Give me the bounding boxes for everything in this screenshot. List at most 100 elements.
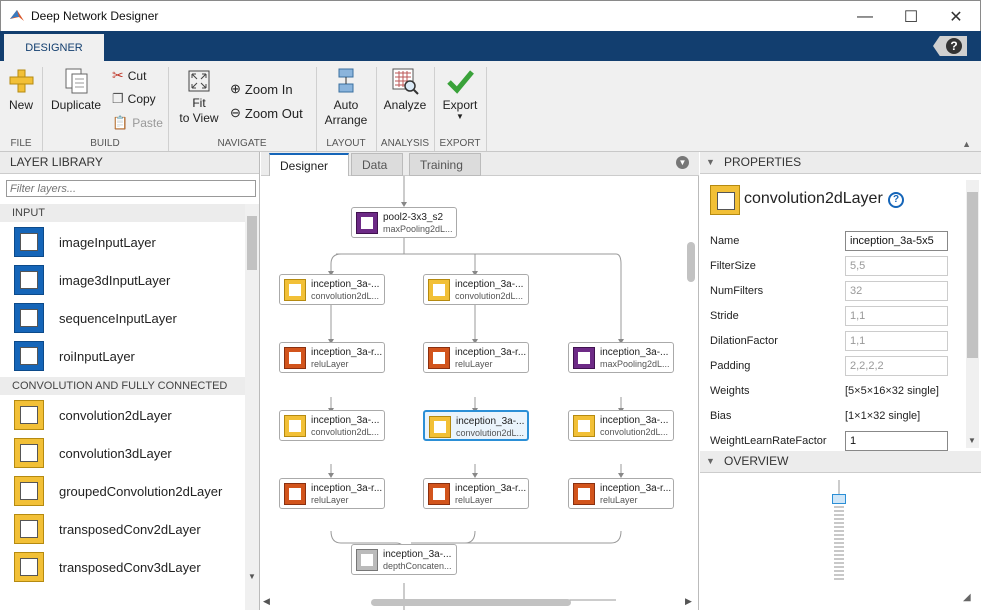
canvas-horizontal-scrollbar[interactable] — [371, 599, 571, 606]
collapse-overview-icon[interactable]: ▼ — [706, 451, 715, 472]
paste-label: Paste — [132, 116, 163, 130]
auto-arrange-button[interactable]: Auto Arrange — [322, 67, 370, 128]
layer-node[interactable]: inception_3a-... maxPooling2dL... — [568, 342, 674, 373]
help-button[interactable]: ? — [933, 36, 967, 56]
tab-data[interactable]: Data — [351, 153, 403, 176]
matlab-logo-icon — [10, 10, 24, 21]
library-item[interactable]: roiInputLayer — [0, 337, 245, 375]
layer-node-type: reluLayer — [455, 359, 493, 369]
library-item[interactable]: image3dInputLayer — [0, 261, 245, 299]
relu-layer-icon — [284, 483, 306, 505]
layer-node-name: inception_3a-r... — [455, 483, 527, 494]
property-value[interactable]: 2,2,2,2 — [845, 356, 948, 376]
library-item[interactable]: transposedConv3dLayer — [0, 548, 245, 586]
layer-node[interactable]: inception_3a-... convolution2dL... — [568, 410, 674, 441]
overview-minimap[interactable] — [830, 480, 850, 580]
property-value[interactable]: 1,1 — [845, 306, 948, 326]
scroll-left-icon[interactable]: ◀ — [263, 596, 270, 607]
layer-node[interactable]: inception_3a-r... reluLayer — [568, 478, 674, 509]
section-file: FILE — [10, 138, 32, 149]
layer-type-title: convolution2dLayer — [744, 190, 883, 207]
relu-layer-icon — [284, 347, 306, 369]
library-item[interactable]: sequenceInputLayer — [0, 299, 245, 337]
title-bar: Deep Network Designer — ☐ ✕ — [0, 0, 981, 31]
category-input[interactable]: INPUT — [0, 204, 245, 222]
new-button[interactable]: New — [6, 67, 36, 112]
scroll-right-icon[interactable]: ▶ — [685, 596, 692, 607]
category-convolution[interactable]: CONVOLUTION AND FULLY CONNECTED — [0, 377, 245, 395]
tab-designer[interactable]: DESIGNER — [4, 34, 104, 61]
cut-button[interactable]: ✂ Cut — [112, 67, 146, 84]
layer-node[interactable]: inception_3a-r... reluLayer — [423, 342, 529, 373]
copy-label: Copy — [127, 92, 156, 106]
maximize-button[interactable]: ☐ — [888, 5, 934, 29]
export-button[interactable]: Export ▼ — [440, 67, 480, 121]
zoom-in-icon: ⊕ — [230, 81, 241, 96]
scroll-down-icon[interactable]: ▼ — [248, 572, 256, 581]
property-value[interactable]: 1,1 — [845, 331, 948, 351]
zoom-out-button[interactable]: ⊖ Zoom Out — [230, 105, 303, 121]
layer-node[interactable]: inception_3a-r... reluLayer — [279, 478, 385, 509]
input-layer-icon — [14, 341, 44, 371]
toolstrip: New FILE Duplicate ✂ Cut ❐ Copy 📋 Paste BUI… — [0, 61, 981, 152]
tab-menu-icon[interactable]: ▼ — [676, 156, 689, 169]
layer-node-name: inception_3a-... — [311, 279, 380, 290]
layer-node[interactable]: inception_3a-... convolution2dL... — [279, 410, 385, 441]
layer-node[interactable]: inception_3a-... convolution2dL... — [279, 274, 385, 305]
layer-node[interactable]: pool2-3x3_s2 maxPooling2dL... — [351, 207, 457, 238]
auto-label-2: Arrange — [324, 113, 368, 127]
filter-layers-input[interactable] — [6, 180, 256, 197]
paste-button[interactable]: 📋 Paste — [112, 115, 163, 131]
library-item[interactable]: imageInputLayer — [0, 223, 245, 261]
properties-scrollbar-thumb[interactable] — [967, 192, 978, 358]
minimize-button[interactable]: — — [842, 5, 888, 29]
fit-label-1: Fit — [192, 96, 206, 110]
layer-node-name: inception_3a-... — [383, 549, 452, 560]
duplicate-button[interactable]: Duplicate — [48, 67, 104, 112]
property-label: NumFilters — [710, 285, 764, 297]
properties-pane: ▼ PROPERTIES convolution2dLayer ? Name inc… — [700, 152, 981, 610]
property-label: Padding — [710, 360, 751, 372]
layer-node[interactable]: inception_3a-... convolution2dL... — [423, 274, 529, 305]
layer-node[interactable]: inception_3a-r... reluLayer — [423, 478, 529, 509]
property-value[interactable]: inception_3a-5x5 — [845, 231, 948, 251]
tab-designer-canvas[interactable]: Designer — [269, 153, 349, 176]
property-value[interactable]: 1 — [845, 431, 948, 451]
analyze-label: Analyze — [383, 98, 427, 112]
layer-library-pane: LAYER LIBRARY INPUT imageInputLayer image… — [0, 152, 260, 610]
layer-node[interactable]: inception_3a-r... reluLayer — [279, 342, 385, 373]
library-item[interactable]: convolution2dLayer — [0, 396, 245, 434]
library-item[interactable]: transposedConv2dLayer — [0, 510, 245, 548]
relu-layer-icon — [428, 347, 450, 369]
resize-grip-icon[interactable]: ◢ — [963, 592, 971, 603]
library-item[interactable]: groupedConvolution2dLayer — [0, 472, 245, 510]
conv-layer-icon — [429, 416, 451, 438]
library-item-label: image3dInputLayer — [59, 273, 171, 288]
layer-node[interactable]: inception_3a-... convolution2dL... — [423, 410, 529, 441]
zoom-in-button[interactable]: ⊕ Zoom In — [230, 81, 293, 97]
library-scrollbar-thumb[interactable] — [247, 216, 257, 270]
canvas-vertical-scrollbar[interactable] — [687, 242, 695, 282]
tab-training[interactable]: Training — [409, 153, 481, 176]
copy-button[interactable]: ❐ Copy — [112, 91, 156, 107]
library-item[interactable]: convolution3dLayer — [0, 434, 245, 472]
layer-node-name: inception_3a-... — [600, 347, 669, 358]
collapse-properties-icon[interactable]: ▼ — [706, 152, 715, 173]
layer-node[interactable]: inception_3a-... depthConcaten... — [351, 544, 457, 575]
analyze-button[interactable]: Analyze — [382, 67, 428, 112]
auto-arrange-icon — [338, 68, 354, 93]
pool-layer-icon — [356, 212, 378, 234]
close-button[interactable]: ✕ — [933, 5, 979, 29]
fit-to-view-button[interactable]: Fit to View — [176, 69, 222, 126]
layer-node-type: convolution2dL... — [600, 427, 669, 437]
layer-node-type: convolution2dL... — [455, 291, 524, 301]
collapse-ribbon-icon[interactable]: ▲ — [962, 139, 971, 149]
property-value[interactable]: 5,5 — [845, 256, 948, 276]
convolution-layer-icon — [14, 552, 44, 582]
layer-node-type: reluLayer — [311, 495, 349, 505]
scroll-down-icon[interactable]: ▼ — [968, 436, 976, 445]
property-value[interactable]: 32 — [845, 281, 948, 301]
layer-node-name: pool2-3x3_s2 — [383, 212, 444, 223]
convolution-layer-icon — [14, 400, 44, 430]
layer-help-icon[interactable]: ? — [888, 192, 904, 208]
